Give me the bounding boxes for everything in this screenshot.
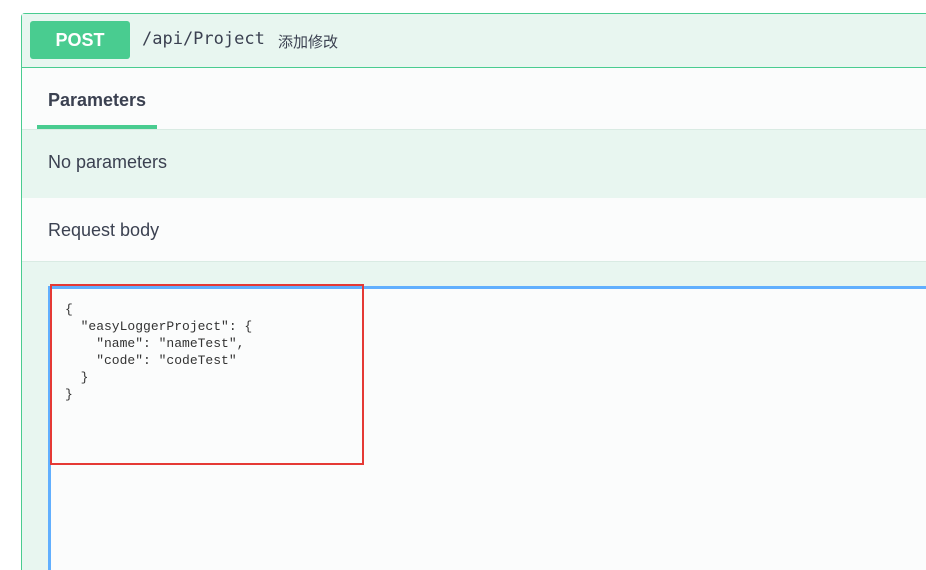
endpoint-description: 添加修改 xyxy=(278,33,339,51)
request-body-section: { "easyLoggerProject": { "name": "nameTe… xyxy=(22,262,926,570)
no-parameters-text: No parameters xyxy=(48,152,168,172)
tab-parameters[interactable]: Parameters xyxy=(37,68,157,129)
method-badge: POST xyxy=(30,21,130,59)
tabs-header: Parameters xyxy=(22,68,926,130)
request-body-header: Request body xyxy=(22,198,926,262)
tab-parameters-label: Parameters xyxy=(48,90,147,110)
request-body-title: Request body xyxy=(48,220,160,240)
post-opblock: POST /api/Project 添加修改 Parameters No par… xyxy=(21,13,926,570)
request-body-editor[interactable]: { "easyLoggerProject": { "name": "nameTe… xyxy=(48,286,926,570)
opblock-summary[interactable]: POST /api/Project 添加修改 xyxy=(22,14,926,68)
endpoint-path: /api/Project xyxy=(142,29,265,49)
parameters-section: No parameters xyxy=(22,130,926,198)
